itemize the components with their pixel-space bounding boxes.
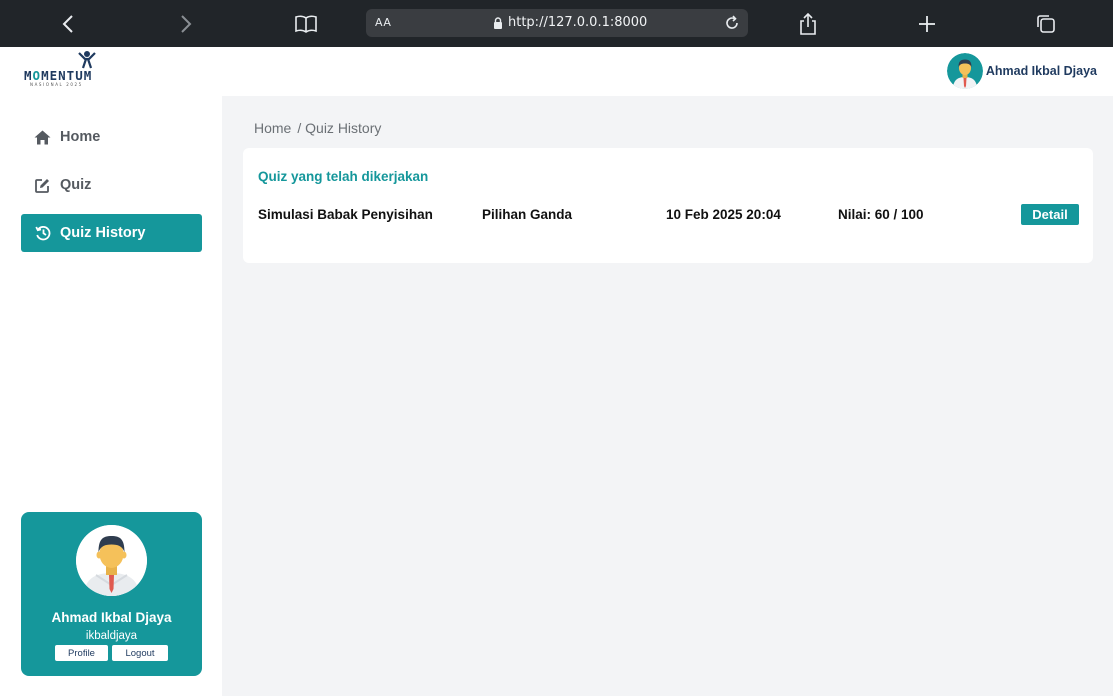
header-avatar <box>946 53 983 89</box>
browser-toolbar: AA http://127.0.0.1:8000 <box>0 0 1113 47</box>
share-icon[interactable] <box>795 11 821 37</box>
tabs-icon[interactable] <box>1033 11 1059 37</box>
breadcrumb: Home / Quiz History <box>254 120 381 136</box>
profile-username: ikbaldjaya <box>85 630 138 642</box>
quiz-date: 10 Feb 2025 20:04 <box>666 207 781 222</box>
back-icon[interactable] <box>55 11 81 37</box>
logout-button[interactable]: Logout <box>112 645 168 661</box>
edit-icon <box>34 177 51 194</box>
new-tab-icon[interactable] <box>914 11 940 37</box>
quiz-score: Nilai: 60 / 100 <box>838 207 924 222</box>
reload-icon[interactable] <box>723 14 741 36</box>
lock-icon <box>493 17 503 33</box>
text-size-button[interactable]: AA <box>375 16 391 29</box>
list-item: Simulasi Babak Penyisihan Pilihan Ganda … <box>243 204 1093 226</box>
app-header: MOMENTUM NASIONAL 2025 Ahmad Ikbal Djaya <box>0 47 1113 96</box>
header-user-menu[interactable]: Ahmad Ikbal Djaya <box>946 53 1097 89</box>
home-icon <box>34 129 51 146</box>
sidebar-item-quiz-history[interactable]: Quiz History <box>21 214 202 252</box>
sidebar-item-label: Quiz <box>60 177 92 193</box>
profile-card: Ahmad Ikbal Djaya ikbaldjaya Profile Log… <box>21 512 202 676</box>
logo-figure-icon <box>78 51 96 69</box>
card-title: Quiz yang telah dikerjakan <box>258 169 429 184</box>
sidebar-item-quiz[interactable]: Quiz <box>21 166 202 204</box>
url-text: http://127.0.0.1:8000 <box>508 15 648 30</box>
sidebar-item-label: Quiz History <box>60 225 146 241</box>
quiz-history-card: Quiz yang telah dikerjakan Simulasi Baba… <box>243 148 1093 263</box>
logo-wordmark: MOMENTUM <box>24 68 93 83</box>
address-bar[interactable]: AA http://127.0.0.1:8000 <box>366 9 748 37</box>
header-user-name: Ahmad Ikbal Djaya <box>985 64 1097 78</box>
sidebar-item-label: Home <box>60 129 101 145</box>
profile-avatar <box>76 525 147 596</box>
breadcrumb-home[interactable]: Home <box>254 120 291 136</box>
bookmarks-icon[interactable] <box>293 11 319 37</box>
profile-button[interactable]: Profile <box>55 645 108 661</box>
quiz-type: Pilihan Ganda <box>482 207 573 222</box>
quiz-name: Simulasi Babak Penyisihan <box>258 207 433 222</box>
sidebar: Home Quiz Quiz History Ahmad Ikbal Djaya… <box>0 96 222 696</box>
momentum-logo[interactable]: MOMENTUM NASIONAL 2025 <box>22 50 102 90</box>
logo-subtext: NASIONAL 2025 <box>30 82 83 87</box>
breadcrumb-current: / Quiz History <box>297 120 382 136</box>
detail-button[interactable]: Detail <box>1021 204 1079 225</box>
sidebar-item-home[interactable]: Home <box>21 118 202 156</box>
profile-name: Ahmad Ikbal Djaya <box>51 610 172 625</box>
forward-icon[interactable] <box>173 11 199 37</box>
history-icon <box>34 225 51 242</box>
